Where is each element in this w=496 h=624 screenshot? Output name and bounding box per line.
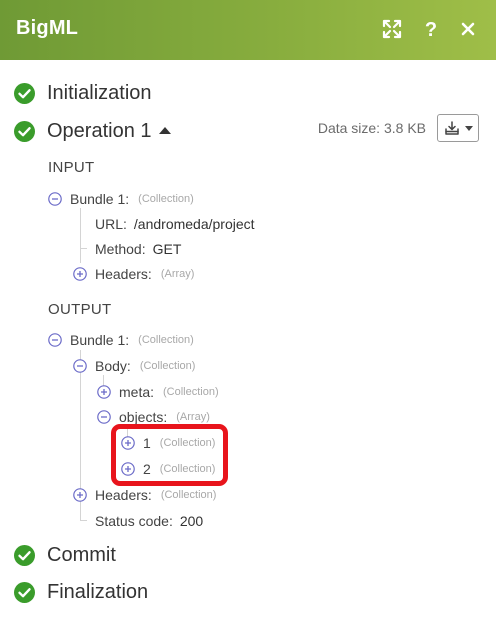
output-status-row: Status code: 200 (95, 511, 203, 531)
close-icon[interactable] (457, 18, 479, 40)
status-key: Status code: (95, 513, 173, 529)
output-bundle-row: Bundle 1: (Collection) (48, 330, 194, 350)
output-body-row: Body: (Collection) (73, 356, 195, 376)
bundle-type: (Collection) (138, 334, 194, 346)
headers-key: Headers: (95, 266, 152, 282)
svg-text:?: ? (425, 19, 437, 40)
tree-line (80, 248, 87, 249)
stage-operation[interactable]: Operation 1 (14, 118, 171, 144)
body-type: (Collection) (139, 360, 196, 372)
help-icon[interactable]: ? (420, 18, 442, 40)
meta-type: (Collection) (163, 386, 219, 398)
caret-up-icon[interactable] (158, 126, 171, 134)
input-url-row: URL: /andromeda/project (95, 214, 255, 234)
method-key: Method: (95, 241, 146, 257)
input-method-row: Method: GET (95, 239, 181, 259)
expand-plus-icon[interactable] (73, 267, 87, 281)
objects-type: (Array) (176, 411, 210, 423)
output-headers-row: Headers: (Collection) (73, 485, 216, 505)
download-icon (444, 121, 459, 135)
output-section-title: OUTPUT (48, 301, 112, 318)
status-value: 200 (179, 513, 204, 529)
stage-label: Commit (47, 543, 116, 566)
stage-label: Finalization (47, 580, 149, 603)
stage-label: Operation 1 (47, 119, 152, 142)
module-header: BigML ? (0, 0, 496, 60)
stage-commit[interactable]: Commit (14, 542, 116, 568)
collapse-icon[interactable] (73, 359, 87, 373)
check-circle-icon (14, 82, 35, 104)
expand-plus-icon[interactable] (97, 385, 111, 399)
stage-initialization[interactable]: Initialization (14, 80, 152, 106)
download-button[interactable] (437, 114, 479, 142)
bundle-type: (Collection) (138, 193, 194, 205)
headers-type: (Collection) (160, 489, 217, 501)
bundle-key: Bundle 1: (70, 191, 130, 207)
method-value: GET (152, 241, 182, 257)
tree-line (80, 208, 81, 263)
expand-plus-icon[interactable] (73, 488, 87, 502)
input-section-title: INPUT (48, 159, 95, 176)
check-circle-icon (14, 544, 35, 566)
check-circle-icon (14, 581, 35, 603)
headers-type: (Array) (160, 268, 195, 280)
input-bundle-row: Bundle 1: (Collection) (48, 189, 194, 209)
data-size: Data size: 3.8 KB (317, 120, 426, 136)
output-meta-row: meta: (Collection) (97, 382, 219, 402)
collapse-icon[interactable] (48, 333, 62, 347)
meta-key: meta: (119, 384, 155, 400)
tree-line (80, 520, 87, 521)
check-circle-icon (14, 120, 35, 142)
expand-icon[interactable] (381, 18, 403, 40)
objects-key: objects: (119, 409, 168, 425)
highlight-box (111, 424, 228, 486)
chevron-down-icon (464, 125, 473, 131)
collapse-icon[interactable] (97, 410, 111, 424)
input-headers-row: Headers: (Array) (73, 264, 194, 284)
collapse-icon[interactable] (48, 192, 62, 206)
module-title: BigML (16, 17, 79, 39)
stage-finalization[interactable]: Finalization (14, 579, 148, 605)
url-value: /andromeda/project (133, 216, 255, 232)
body-key: Body: (95, 358, 131, 374)
headers-key: Headers: (95, 487, 152, 503)
url-key: URL: (95, 216, 127, 232)
stage-label: Initialization (47, 81, 152, 104)
bundle-key: Bundle 1: (70, 332, 130, 348)
